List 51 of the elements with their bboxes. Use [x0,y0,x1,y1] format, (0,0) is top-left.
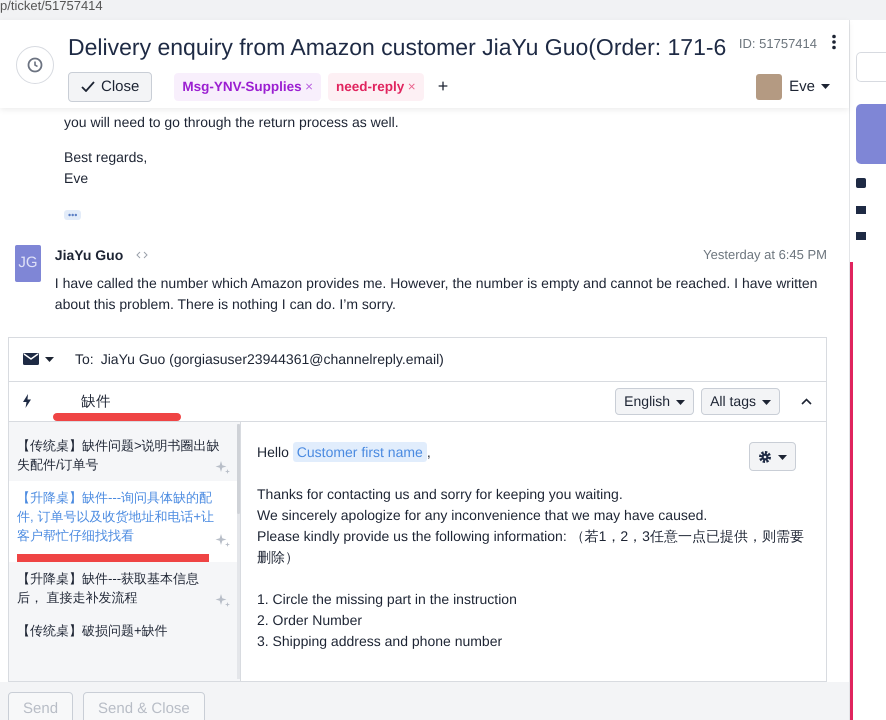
message-time: Yesterday at 6:45 PM [703,246,827,264]
greeting-text: Hello [256,444,289,460]
remove-tag-icon[interactable]: × [305,76,314,97]
macro-item[interactable]: 【传统桌】缺件问题>说明书圈出缺失配件/订单号 [9,428,237,482]
recipient: JiaYu Guo (gorgiasuser23944361@channelreply.email) [100,350,444,369]
code-icon[interactable] [136,251,148,259]
reply-line: 3. Shipping address and phone number [256,632,504,651]
tag[interactable]: need-reply × [328,72,424,101]
note-icon [856,178,866,188]
close-button[interactable]: Close [68,72,152,102]
tag[interactable]: Msg-YNV-Supplies × [174,72,322,101]
address-bar[interactable]: p/ticket/51757414 [0,0,886,20]
caret-icon [821,84,830,90]
avatar: JG [15,244,41,282]
reply-line: Please kindly provide us the following information: （若1，2，3任意一点已提供，则需要删除） [256,526,805,567]
collapse-icon[interactable] [801,398,812,405]
reply-line: 2. Order Number [256,610,364,630]
ticket-title: Delivery enquiry from Amazon customer JiaYu Guo(Order: 171-6 [68,33,726,62]
settings-dropdown[interactable] [749,442,796,471]
macro-item[interactable]: 【传统桌】破损问题+缺件 [9,614,237,647]
check-icon [81,81,95,92]
caret-icon [676,400,686,405]
agent-avatar [756,74,782,100]
signature-line: Eve [64,168,90,188]
signature-line: Best regards, [64,148,148,167]
reply-line: Thanks for contacting us and sorry for keeping you waiting. [256,484,624,504]
mail-icon[interactable] [23,353,39,366]
caret-icon [45,356,54,362]
agent-dropdown[interactable]: Eve [789,76,830,98]
reply-line: We sincerely apologize for any inconvenience that we may have caused. [256,506,708,525]
macro-item[interactable]: 【升降桌】缺件---获取基本信息后， 直接走补发流程 [9,562,237,614]
reply-line: 1. Circle the missing part in the instruction [256,590,518,609]
history-icon[interactable] [16,46,54,84]
lightning-icon [23,394,31,408]
mail-icon [856,232,866,240]
ticket-id: ID: 51757414 [738,35,817,53]
more-options-icon[interactable] [831,34,837,50]
caret-icon [778,454,787,460]
caret-icon [762,400,771,405]
author-name: JiaYu Guo [54,246,124,264]
punctuation: , [426,444,431,460]
to-label: To: [75,350,94,369]
macro-search-field[interactable]: 缺件 [45,392,205,414]
add-tag-button[interactable]: + [438,73,448,100]
settings-icon [758,450,772,464]
message-text: I have called the number which Amazon provides me. However, the number is empty and cannot be reached. I have written about this problem. There is nothing I can do. I’m sorry. [54,274,818,314]
mail-icon [856,206,866,214]
message-text: you will need to go through the return process as well. [64,112,400,132]
tags-filter-dropdown[interactable]: All tags [701,388,780,415]
language-dropdown[interactable]: English [615,388,694,415]
macro-item[interactable]: 【升降桌】缺件---询问具体缺的配件, 订单号以及收货地址和电话+让客户帮忙仔细找找看 [9,481,237,562]
